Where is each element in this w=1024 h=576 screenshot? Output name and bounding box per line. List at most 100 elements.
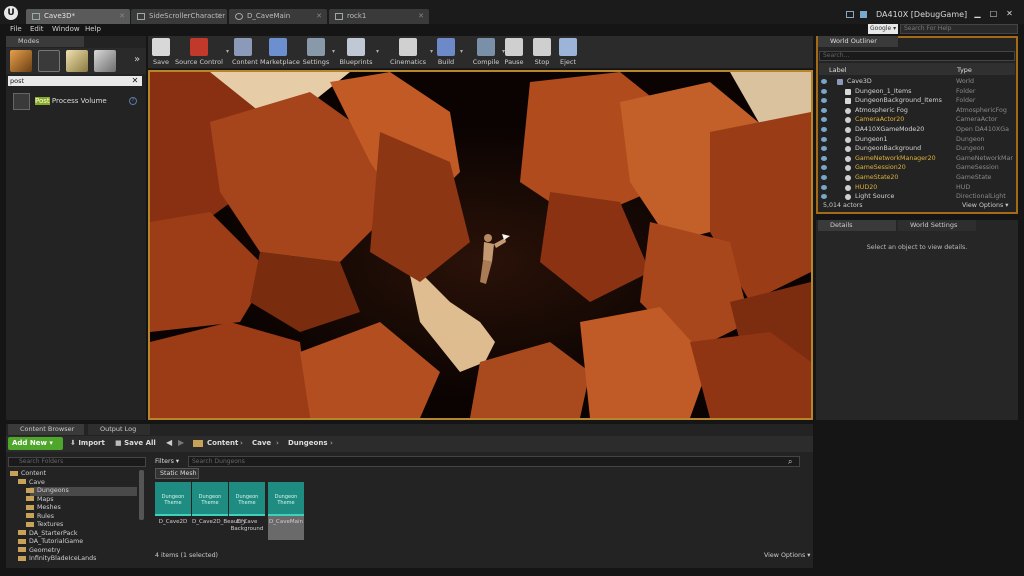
eject-button[interactable]: Eject (558, 36, 578, 69)
folder-tree-item[interactable]: Rules (26, 513, 54, 522)
landscape-mode-icon[interactable] (66, 50, 88, 72)
folder-tree-item[interactable]: Meshes (26, 504, 61, 513)
minimize-icon[interactable]: ▁ (972, 9, 983, 19)
asset-tile[interactable]: Dungeon Theme D_Cave2D_Beautify (192, 482, 246, 540)
search-icon[interactable]: ⌕ (788, 457, 792, 467)
feedback-icon[interactable] (860, 11, 867, 18)
outliner-view-options-button[interactable]: View Options ▾ (962, 202, 1008, 209)
visibility-eye-icon[interactable] (821, 127, 827, 132)
filter-chip-static-mesh[interactable]: Static Mesh (155, 468, 199, 479)
tab-content-browser[interactable]: Content Browser (8, 424, 84, 435)
outliner-row[interactable]: DungeonBackground Dungeon (819, 144, 1009, 154)
outliner-row[interactable]: Atmospheric Fog AtmosphericFog (819, 106, 1009, 116)
folder-tree-item[interactable]: Geometry (18, 547, 60, 556)
add-new-button[interactable]: Add New ▾ (8, 437, 63, 450)
folder-tree-scrollbar[interactable] (139, 470, 144, 520)
folder-tree-item[interactable]: InfinityBladeIceLands (18, 555, 96, 564)
outliner-row[interactable]: HUD20 HUD (819, 183, 1009, 193)
tab-details[interactable]: Details (818, 220, 896, 231)
folder-tree-item[interactable]: Maps (26, 496, 54, 505)
visibility-eye-icon[interactable] (821, 184, 827, 190)
tab-world-outliner[interactable]: World Outliner (818, 36, 898, 47)
close-icon[interactable]: ✕ (216, 9, 222, 24)
blueprints-button[interactable]: Blueprints ▾ (338, 36, 379, 69)
outliner-row[interactable]: GameNetworkManager20 GameNetworkMar (819, 154, 1013, 164)
tab-d-cavemain[interactable]: D_CaveMain ✕ (229, 9, 327, 24)
tab-world-settings[interactable]: World Settings (898, 220, 976, 231)
more-modes-icon[interactable]: » (134, 54, 140, 65)
folder-tree-item[interactable]: Dungeons (26, 487, 69, 496)
outliner-row[interactable]: Light Source DirectionalLight (819, 192, 1009, 202)
content-button[interactable]: Content (232, 36, 258, 69)
tab-rock1[interactable]: rock1 ✕ (329, 9, 429, 24)
folders-search-input[interactable]: Search Folders (8, 457, 146, 467)
menu-edit[interactable]: Edit (30, 25, 44, 33)
help-icon[interactable]: ? (129, 97, 137, 105)
source-control-button[interactable]: Source Control ▾ (174, 36, 229, 69)
forward-icon[interactable]: ▶ (178, 438, 184, 447)
folder-tree-item[interactable]: DA_StarterPack (18, 530, 78, 539)
import-button[interactable]: ⬇ Import (70, 437, 105, 450)
tab-sidescrollercharacter[interactable]: SideScrollerCharacter ✕ (131, 9, 227, 24)
breadcrumb-dungeons[interactable]: Dungeons (288, 439, 328, 447)
outliner-search-input[interactable]: Search... (819, 51, 1015, 61)
save-all-button[interactable]: ■ Save All (115, 437, 156, 450)
visibility-eye-icon[interactable] (821, 155, 827, 161)
visibility-eye-icon[interactable] (821, 79, 827, 84)
content-view-options-button[interactable]: View Options ▾ (764, 552, 810, 559)
stop-button[interactable]: Stop (532, 36, 552, 69)
visibility-eye-icon[interactable] (821, 117, 827, 123)
menu-help[interactable]: Help (85, 25, 101, 33)
visibility-eye-icon[interactable] (821, 175, 827, 180)
level-viewport[interactable] (148, 70, 813, 420)
dropdown-caret-icon[interactable]: ▾ (430, 48, 433, 55)
tab-modes[interactable]: Modes (6, 36, 84, 47)
pause-button[interactable]: Pause (504, 36, 524, 69)
tab-cave3d[interactable]: Cave3D* ✕ (26, 9, 130, 24)
close-window-icon[interactable]: ✕ (1004, 9, 1015, 19)
asset-tile[interactable]: Dungeon Theme D_Cave2D (155, 482, 191, 540)
dropdown-caret-icon[interactable]: ▾ (460, 48, 463, 55)
marketplace-button[interactable]: Marketplace (260, 36, 300, 69)
column-type[interactable]: Type (957, 66, 972, 74)
cinematics-button[interactable]: Cinematics ▾ (388, 36, 433, 69)
place-mode-icon[interactable] (10, 50, 32, 72)
dropdown-caret-icon[interactable]: ▾ (226, 48, 229, 55)
outliner-row[interactable]: DA410XGameMode20 Open DA410XGa (819, 125, 1009, 135)
maximize-icon[interactable]: □ (988, 9, 999, 19)
dropdown-caret-icon[interactable]: ▾ (332, 48, 335, 55)
folder-tree-item[interactable]: Content (10, 470, 46, 479)
outliner-row[interactable]: Dungeon_1_Items Folder (819, 87, 1009, 97)
paint-mode-icon[interactable] (38, 50, 60, 72)
settings-button[interactable]: Settings ▾ (302, 36, 335, 69)
close-icon[interactable]: ✕ (418, 9, 424, 24)
column-label[interactable]: Label (829, 66, 847, 74)
folder-tree-item[interactable]: Textures (26, 521, 63, 530)
back-icon[interactable]: ◀ (166, 438, 172, 447)
outliner-row[interactable]: CameraActor20 CameraActor (819, 115, 1009, 125)
asset-search-input[interactable]: Search Dungeons (188, 456, 800, 467)
save-button[interactable]: Save (152, 36, 170, 69)
visibility-eye-icon[interactable] (821, 165, 827, 171)
foliage-mode-icon[interactable] (94, 50, 116, 72)
modes-search-input[interactable]: post (8, 76, 142, 86)
close-icon[interactable]: ✕ (316, 9, 322, 24)
folder-tree-item[interactable]: DA_TutorialGame (18, 538, 83, 547)
outliner-row[interactable]: Dungeon1 Dungeon (819, 135, 1009, 145)
menu-file[interactable]: File (10, 25, 22, 33)
outliner-row[interactable]: GameState20 GameState (819, 173, 1009, 183)
notification-icon[interactable] (846, 11, 854, 18)
dropdown-caret-icon[interactable]: ▾ (376, 48, 379, 55)
unreal-logo-icon[interactable]: U (4, 6, 18, 20)
search-provider-select[interactable]: Google ▾ (868, 24, 898, 34)
visibility-eye-icon[interactable] (821, 88, 827, 94)
search-help-input[interactable]: Search For Help (900, 24, 1018, 34)
visibility-eye-icon[interactable] (821, 136, 827, 142)
tab-output-log[interactable]: Output Log (88, 424, 150, 435)
menu-window[interactable]: Window (52, 25, 80, 33)
folder-tree-item[interactable]: Cave (18, 479, 45, 488)
outliner-row[interactable]: DungeonBackground_Items Folder (819, 96, 1009, 106)
build-button[interactable]: Build ▾ (434, 36, 463, 69)
close-icon[interactable]: ✕ (119, 9, 125, 24)
visibility-eye-icon[interactable] (821, 98, 827, 104)
